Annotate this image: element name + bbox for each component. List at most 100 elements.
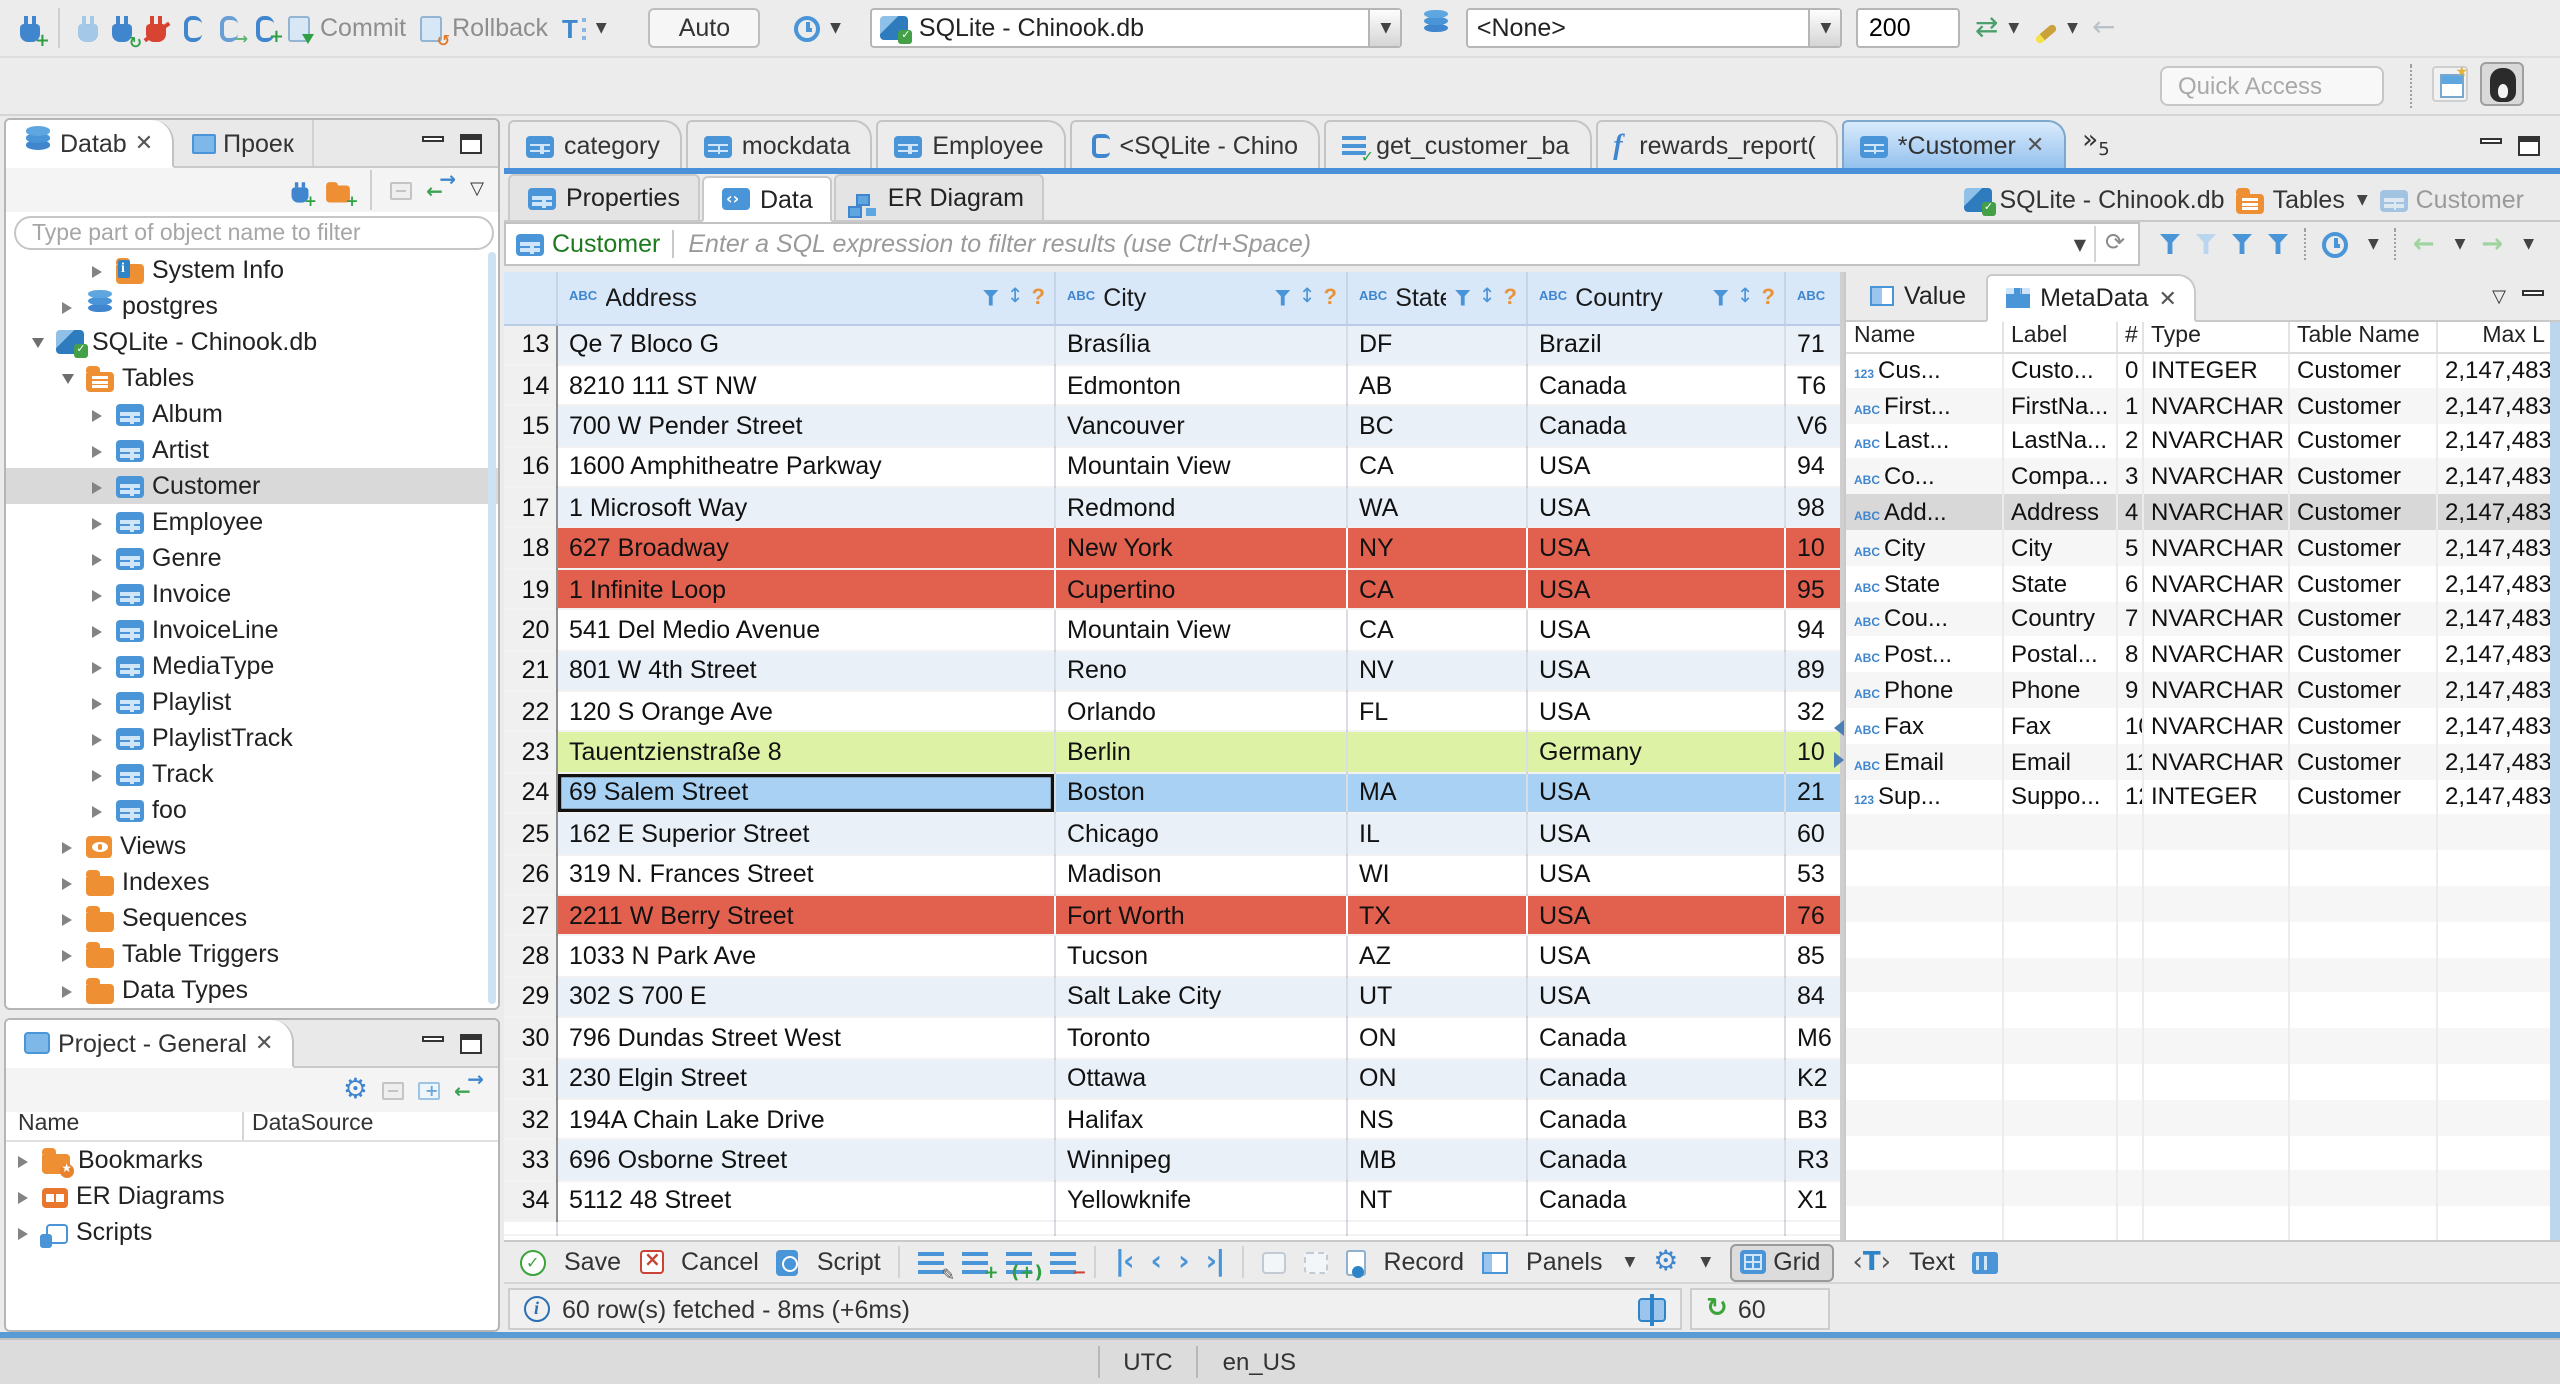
metadata-row[interactable]: ABC Add... Address 4 NVARCHAR Customer 2,… [1846, 494, 2551, 530]
table-row[interactable]: 15 700 W Pender Street Vancouver BC Cana… [504, 405, 1840, 448]
metadata-row[interactable] [1846, 957, 2551, 993]
postal-cell[interactable]: 71 [1784, 324, 1840, 366]
tree-item[interactable]: Playlist [6, 684, 498, 720]
meta-ordinal-cell[interactable]: 12 [2116, 779, 2143, 815]
address-cell[interactable]: 69 Salem Street [556, 772, 1055, 815]
script-button[interactable]: Script [776, 1248, 881, 1276]
metadata-row[interactable]: ABC Co... Compa... 3 NVARCHAR Customer 2,… [1846, 458, 2551, 495]
meta-label-cell[interactable] [2002, 850, 2117, 886]
record-button[interactable]: Record [1345, 1248, 1464, 1277]
tree-item[interactable]: postgres [6, 288, 498, 324]
table-row[interactable]: 33 696 Osborne Street Winnipeg MB Canada… [504, 1139, 1840, 1182]
table-row[interactable]: 26 319 N. Frances Street Madison WI USA … [504, 854, 1840, 896]
meta-ordinal-cell[interactable] [2116, 814, 2143, 851]
maximize-icon[interactable] [2518, 136, 2540, 156]
meta-table-cell[interactable]: Customer [2288, 423, 2437, 459]
meta-maxlength-cell[interactable] [2436, 1170, 2551, 1207]
address-cell[interactable]: 801 W 4th Street [556, 650, 1055, 693]
address-cell[interactable]: 796 Dundas Street West [556, 1017, 1055, 1060]
meta-label-cell[interactable]: Phone [2002, 672, 2117, 708]
view-menu-icon[interactable]: ▽ [470, 180, 484, 200]
meta-table-cell[interactable]: Customer [2288, 387, 2437, 424]
row-number-cell[interactable]: 31 [504, 1058, 557, 1100]
table-row[interactable]: 29 302 S 700 E Salt Lake City UT USA 84 [504, 976, 1840, 1019]
meta-maxlength-cell[interactable]: 2,147,483 [2436, 779, 2551, 815]
table-row[interactable]: 16 1600 Amphitheatre Parkway Mountain Vi… [504, 446, 1840, 489]
breadcrumb-entity[interactable]: Customer [2379, 186, 2524, 214]
tab-project-general[interactable]: Project - General ✕ [6, 1020, 294, 1068]
meta-ordinal-cell[interactable]: 10 [2116, 707, 2143, 744]
country-cell[interactable]: Canada [1526, 1058, 1785, 1100]
gear-icon[interactable]: ⚙ [343, 1076, 368, 1104]
address-cell[interactable]: 696 Osborne Street [556, 1139, 1055, 1182]
meta-table-cell[interactable]: Customer [2288, 672, 2437, 708]
meta-label-cell[interactable] [2002, 1206, 2117, 1242]
country-cell[interactable]: Canada [1526, 364, 1785, 407]
table-row[interactable]: 20 541 Del Medio Avenue Mountain View CA… [504, 609, 1840, 652]
new-sql-script-icon[interactable]: + [256, 15, 284, 46]
quick-access-input[interactable]: Quick Access [2160, 66, 2384, 106]
breadcrumb-tables[interactable]: Tables ▼ [2236, 186, 2368, 214]
fetch-size-input[interactable] [1856, 8, 1961, 48]
filter-history-dropdown-icon[interactable]: ▼ [2066, 235, 2094, 253]
meta-maxlength-cell[interactable] [2436, 1063, 2551, 1100]
tree-arrow-icon[interactable] [92, 256, 108, 284]
sort-icon[interactable]: ↕ [1737, 287, 1754, 309]
transaction-mode-button[interactable]: T ▼ [562, 15, 607, 41]
country-cell[interactable]: USA [1526, 609, 1785, 652]
country-cell[interactable]: Brazil [1526, 324, 1785, 366]
meta-type-cell[interactable] [2142, 957, 2289, 993]
meta-ordinal-cell[interactable] [2116, 921, 2143, 958]
tree-arrow-icon[interactable] [18, 1218, 34, 1246]
connection-combo[interactable]: SQLite - Chinook.db ▼ [870, 8, 1403, 48]
filter-icon[interactable] [982, 289, 999, 306]
address-cell[interactable]: Qe 7 Bloco G [556, 324, 1055, 366]
tree-item[interactable]: Genre [6, 540, 498, 576]
editor-tab-category[interactable]: category [508, 120, 682, 168]
meta-maxlength-cell[interactable]: 2,147,483 [2436, 601, 2551, 637]
column-header-label[interactable]: Label [2002, 322, 2117, 353]
meta-name-cell[interactable]: ABC Co... [1846, 458, 2003, 495]
tree-arrow-icon[interactable] [92, 616, 108, 644]
table-row[interactable]: 17 1 Microsoft Way Redmond WA USA 98 [504, 487, 1840, 529]
editor-tab-rewards-report[interactable]: rewards_report( [1595, 120, 1838, 168]
cancel-button[interactable]: Cancel [639, 1248, 759, 1276]
column-info-icon[interactable]: ? [1762, 286, 1775, 310]
tree-item[interactable]: Indexes [6, 864, 498, 900]
metadata-row[interactable]: ABC State State 6 NVARCHAR Customer 2,147… [1846, 565, 2551, 602]
table-row[interactable]: 14 8210 111 ST NW Edmonton AB Canada T6 [504, 364, 1840, 407]
country-cell[interactable]: Canada [1526, 1017, 1785, 1060]
table-row[interactable]: 23 Tauentzienstraße 8 Berlin Germany 10 [504, 731, 1840, 774]
tree-arrow-icon[interactable] [62, 292, 78, 320]
meta-ordinal-cell[interactable]: 3 [2116, 458, 2143, 495]
disconnect-icon[interactable] [143, 16, 171, 42]
meta-maxlength-cell[interactable]: 2,147,483 [2436, 743, 2551, 780]
tab-properties[interactable]: Properties [508, 174, 700, 220]
sash-collapse-right-icon[interactable] [1834, 752, 1844, 768]
address-cell[interactable]: 230 Elgin Street [556, 1058, 1055, 1100]
column-header-address[interactable]: ABC Address ↕ ? [556, 272, 1055, 325]
panels-button[interactable]: Panels ▼ [1482, 1248, 1635, 1276]
commit-button[interactable]: Commit [288, 14, 406, 43]
filter-icon[interactable] [1712, 289, 1729, 306]
country-cell[interactable]: USA [1526, 487, 1785, 529]
meta-maxlength-cell[interactable] [2436, 814, 2551, 851]
country-cell[interactable]: USA [1526, 894, 1785, 937]
city-cell[interactable]: Cupertino [1054, 568, 1347, 611]
address-cell[interactable]: Tauentzienstraße 8 [556, 731, 1055, 774]
meta-type-cell[interactable] [2142, 1170, 2289, 1207]
city-cell[interactable]: Ottawa [1054, 1058, 1347, 1100]
row-number-cell[interactable]: 24 [504, 772, 557, 815]
column-header-state[interactable]: ABC State ↕ ? [1346, 272, 1527, 325]
city-cell[interactable]: Brasília [1054, 324, 1347, 366]
postal-cell[interactable]: 60 [1784, 813, 1840, 856]
project-item-er-diagrams[interactable]: ER Diagrams [6, 1178, 498, 1214]
toggle-panel-icon[interactable] [1972, 1251, 1999, 1273]
tree-arrow-icon[interactable] [62, 904, 78, 932]
table-row[interactable]: 19 1 Infinite Loop Cupertino CA USA 95 [504, 568, 1840, 611]
meta-ordinal-cell[interactable]: 2 [2116, 423, 2143, 459]
meta-maxlength-cell[interactable]: 2,147,483 [2436, 423, 2551, 459]
meta-name-cell[interactable] [1846, 1206, 2003, 1242]
meta-type-cell[interactable]: NVARCHAR [2142, 672, 2289, 708]
row-number-cell[interactable]: 19 [504, 568, 557, 611]
